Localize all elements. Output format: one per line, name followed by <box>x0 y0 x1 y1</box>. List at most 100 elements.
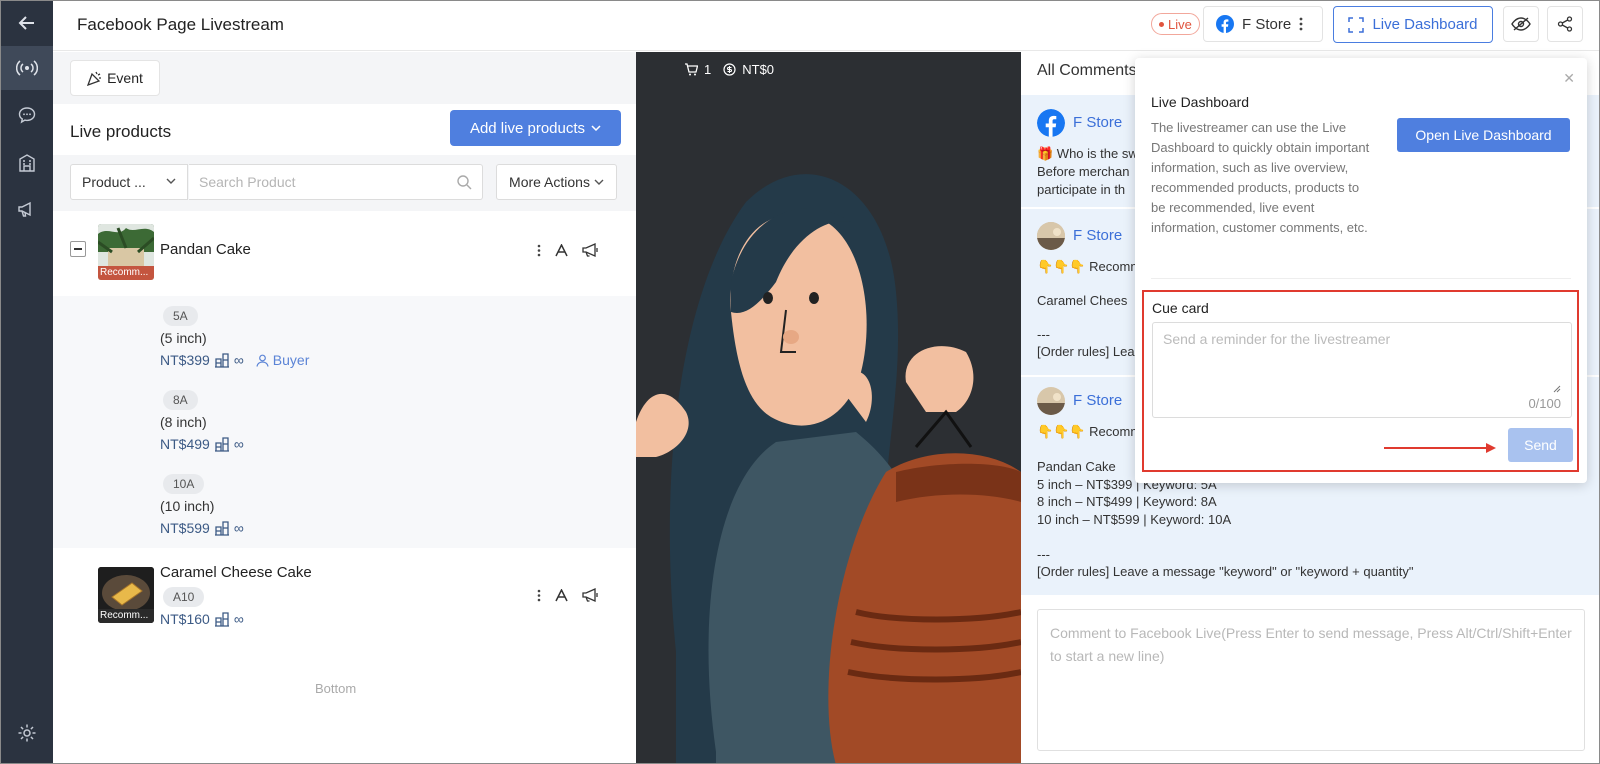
chat-icon[interactable] <box>1 93 53 137</box>
more-vertical-icon[interactable] <box>537 589 541 602</box>
recommend-tag: Recomm... <box>98 266 154 280</box>
more-vertical-icon[interactable] <box>1299 17 1303 31</box>
cue-card-input[interactable]: Send a reminder for the livestreamer 0/1… <box>1152 322 1572 418</box>
cue-card-title: Cue card <box>1152 300 1209 316</box>
variant-size: (10 inch) <box>160 498 215 514</box>
variant-keyword: 5A <box>163 306 198 326</box>
share-button[interactable] <box>1547 6 1583 42</box>
comment-author[interactable]: F Store <box>1073 114 1122 131</box>
comments-header: All Comments <box>1037 62 1137 79</box>
close-icon[interactable]: ✕ <box>1563 70 1575 87</box>
store-icon[interactable] <box>1 141 53 185</box>
product-price: NT$160 <box>160 611 210 627</box>
product-filter-select[interactable]: Product ... <box>70 164 188 200</box>
add-live-products-label: Add live products <box>469 119 586 137</box>
stock-boxes-icon <box>214 436 229 452</box>
live-dot-icon <box>1159 21 1164 27</box>
live-dashboard-popup: ✕ Live Dashboard The livestreamer can us… <box>1135 58 1587 483</box>
store-selector[interactable]: F Store <box>1203 6 1323 42</box>
cue-card-section: Cue card Send a reminder for the livestr… <box>1142 290 1579 472</box>
event-bar: Event <box>53 52 636 104</box>
buyer-link[interactable]: Buyer <box>256 352 310 368</box>
live-dashboard-label: Live Dashboard <box>1372 16 1478 33</box>
text-a-icon[interactable] <box>555 588 568 602</box>
recommend-tag: Recomm... <box>98 609 154 623</box>
app-window: Facebook Page Livestream Live F Store Li… <box>0 0 1600 764</box>
variant-keyword: 8A <box>163 390 198 410</box>
comment-author[interactable]: F Store <box>1073 227 1122 244</box>
collapse-toggle[interactable] <box>70 241 86 257</box>
broadcast-icon[interactable] <box>1 46 53 90</box>
settings-icon[interactable] <box>1 711 53 755</box>
party-popper-icon <box>87 71 102 86</box>
live-status-badge: Live <box>1151 13 1200 35</box>
chevron-down-icon <box>591 125 601 131</box>
hide-button[interactable] <box>1503 6 1539 42</box>
product-keyword: A10 <box>163 587 205 607</box>
live-products-panel: Event Live products Add live products Pr… <box>53 52 636 763</box>
facebook-avatar <box>1037 109 1065 137</box>
buyer-label: Buyer <box>272 352 310 368</box>
send-button[interactable]: Send <box>1508 428 1573 462</box>
stock-boxes-icon <box>214 611 229 627</box>
more-actions-button[interactable]: More Actions <box>496 164 617 200</box>
product-actions <box>537 243 600 257</box>
comment-author[interactable]: F Store <box>1073 392 1122 409</box>
product-name: Caramel Cheese Cake <box>160 564 312 581</box>
video-preview: 1 NT$0 <box>636 52 1021 763</box>
resize-handle-icon[interactable] <box>1553 385 1561 393</box>
chevron-down-icon <box>166 178 176 184</box>
store-avatar <box>1037 222 1065 250</box>
stock-boxes-icon <box>214 352 229 368</box>
back-arrow-icon[interactable] <box>1 1 53 45</box>
more-actions-label: More Actions <box>509 174 590 190</box>
page-title: Facebook Page Livestream <box>77 15 284 34</box>
filter-row: Product ... Search Product More Actions <box>53 155 636 211</box>
variant-stock: ∞ <box>233 520 244 536</box>
comment-text: 👇👇👇 Recomm Caramel Chees --- [Order rule… <box>1037 259 1142 359</box>
popup-description: The livestreamer can use the Live Dashbo… <box>1151 120 1370 235</box>
cart-icon <box>685 63 698 76</box>
live-badge-label: Live <box>1168 16 1192 32</box>
megaphone-icon[interactable] <box>582 243 600 257</box>
top-bar: Facebook Page Livestream Live F Store Li… <box>53 1 1599 51</box>
add-live-products-button[interactable]: Add live products <box>450 110 621 146</box>
arrow-right-icon <box>1384 443 1496 453</box>
event-label: Event <box>107 70 143 86</box>
megaphone-icon[interactable] <box>1 187 53 231</box>
search-product-input[interactable]: Search Product <box>189 164 483 200</box>
comment-text: 🎁 Who is the sw Before merchan participa… <box>1037 146 1138 197</box>
search-icon[interactable] <box>456 174 472 190</box>
variant-price-row: NT$599 ∞ <box>160 520 244 536</box>
text-a-icon[interactable] <box>555 243 568 257</box>
variant-price-row: NT$499 ∞ <box>160 436 244 452</box>
live-dashboard-button[interactable]: Live Dashboard <box>1333 6 1493 43</box>
megaphone-icon[interactable] <box>582 588 600 602</box>
product-actions <box>537 588 600 602</box>
divider <box>1151 278 1571 279</box>
product-thumbnail: Recomm... <box>98 224 154 280</box>
sales-stats: 1 NT$0 <box>684 62 774 77</box>
cue-card-char-count: 0/100 <box>1528 396 1561 411</box>
sales-amount: NT$0 <box>742 62 775 77</box>
variant-size: (5 inch) <box>160 330 207 346</box>
cart-count: 1 <box>704 62 712 77</box>
chevron-down-icon <box>594 179 604 185</box>
store-avatar <box>1037 387 1065 415</box>
coin-icon <box>723 63 736 76</box>
variant-stock: ∞ <box>233 436 244 452</box>
nav-rail <box>1 1 53 763</box>
product-price-row: NT$160 ∞ <box>160 611 244 627</box>
more-vertical-icon[interactable] <box>537 244 541 257</box>
cue-card-placeholder: Send a reminder for the livestreamer <box>1163 331 1391 347</box>
product-name: Pandan Cake <box>160 241 251 258</box>
product-row: Recomm... Caramel Cheese Cake A10 NT$160… <box>53 557 636 637</box>
product-row: Recomm... Pandan Cake <box>53 220 636 296</box>
product-thumbnail: Recomm... <box>98 567 154 623</box>
comment-compose-input[interactable]: Comment to Facebook Live(Press Enter to … <box>1037 609 1585 751</box>
open-live-dashboard-button[interactable]: Open Live Dashboard <box>1397 118 1570 152</box>
variant-list: 5A (5 inch) NT$399 ∞ Buyer 8A (8 inch) N… <box>53 296 636 548</box>
exit-button[interactable] <box>1589 6 1599 42</box>
variant-keyword: 10A <box>163 474 205 494</box>
event-button[interactable]: Event <box>70 60 160 96</box>
